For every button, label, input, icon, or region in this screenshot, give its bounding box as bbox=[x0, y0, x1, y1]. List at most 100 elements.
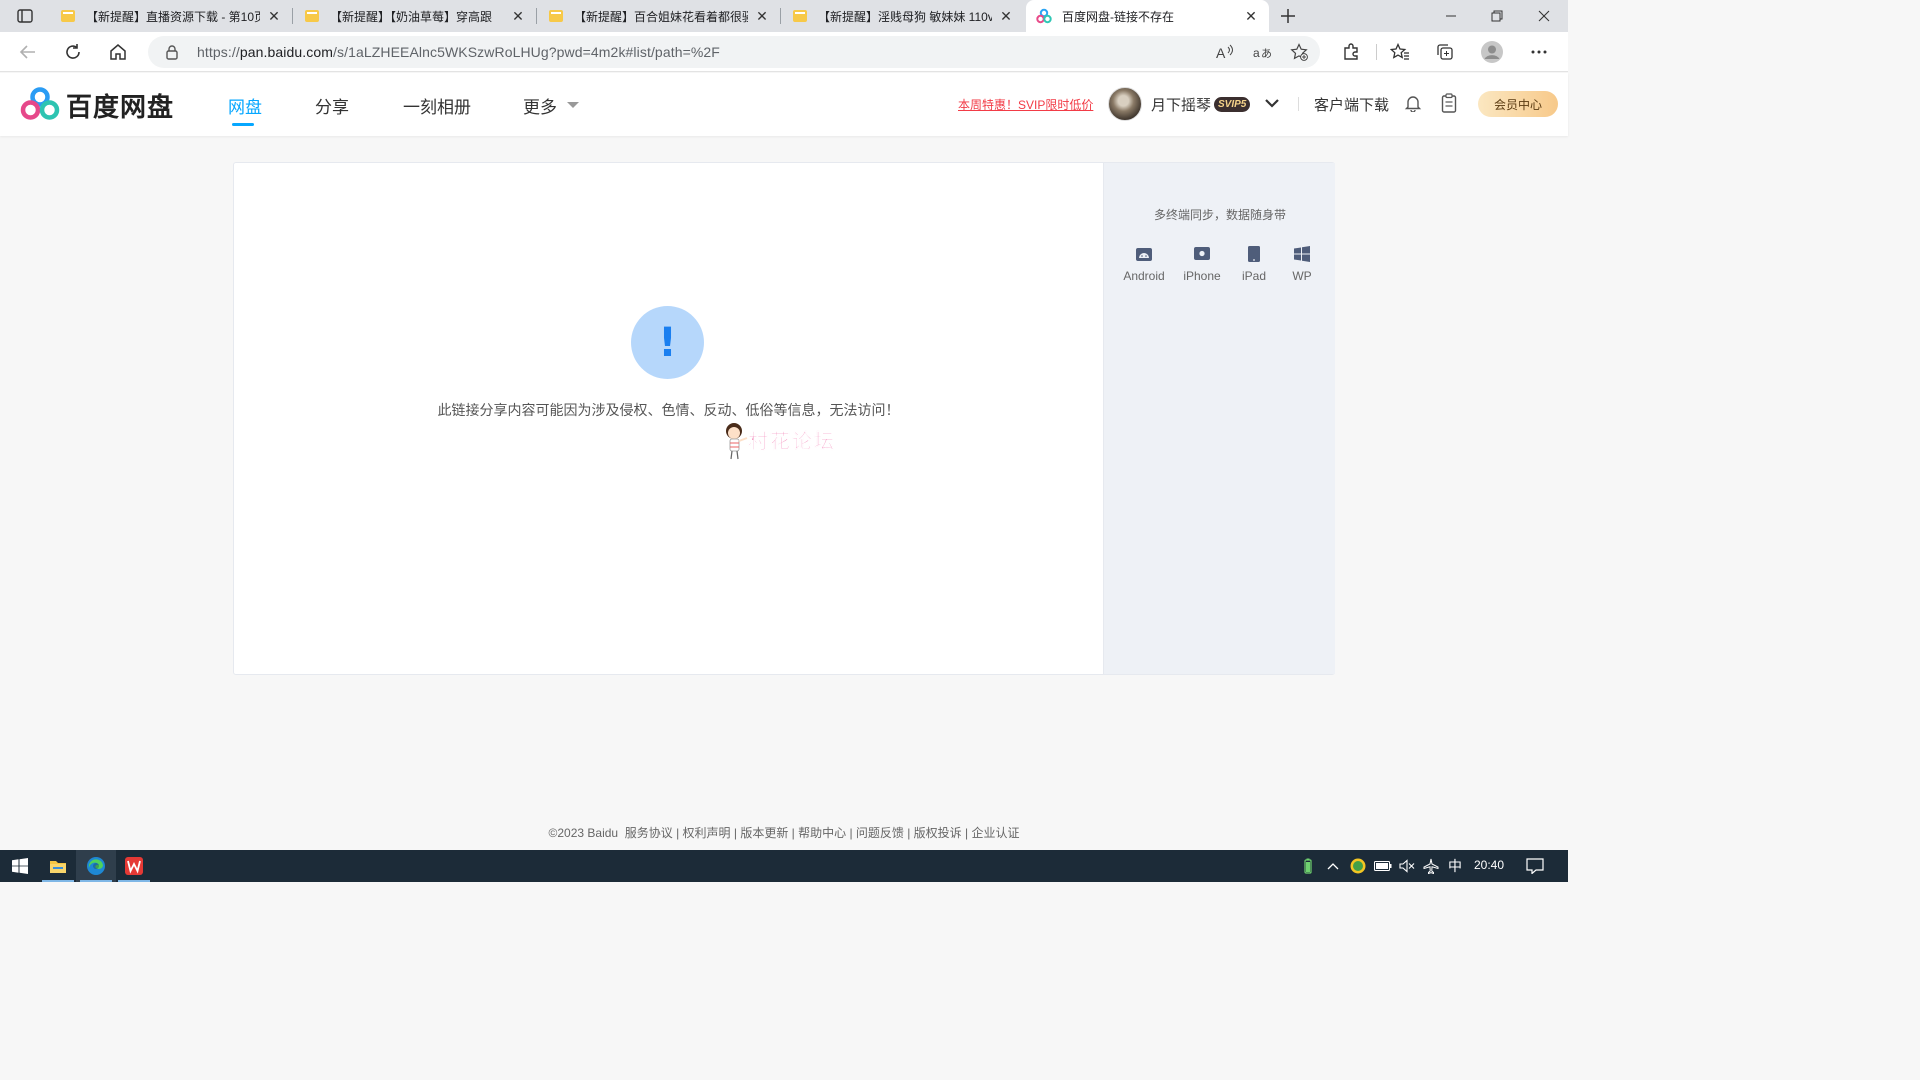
tab-title: 百度网盘-链接不存在 bbox=[1062, 9, 1174, 24]
back-button[interactable] bbox=[12, 36, 44, 68]
browser-tab-4[interactable]: 【新提醒】淫贱母狗 敏妹妹 110v ✕ bbox=[782, 0, 1024, 32]
forum-favicon-icon bbox=[548, 8, 564, 24]
tab-title: 【新提醒】淫贱母狗 敏妹妹 110v bbox=[818, 9, 992, 24]
browser-tab-3[interactable]: 【新提醒】百合姐妹花看着都很骚 ✕ bbox=[538, 0, 780, 32]
vip-level-badge: SVIP5 bbox=[1214, 97, 1251, 112]
link-unavailable-message: 此链接分享内容可能因为涉及侵权、色情、反动、低俗等信息，无法访问！ bbox=[437, 402, 900, 418]
profile-avatar-icon[interactable] bbox=[1476, 36, 1508, 68]
forum-favicon-icon bbox=[304, 8, 320, 24]
toolbar-divider bbox=[1376, 44, 1377, 60]
nav-netdisk[interactable]: 网盘 bbox=[228, 93, 262, 118]
clipboard-icon[interactable] bbox=[1440, 93, 1458, 113]
tab-divider bbox=[536, 8, 537, 24]
close-tab-icon[interactable]: ✕ bbox=[1243, 8, 1259, 24]
notifications-icon[interactable] bbox=[1524, 858, 1546, 874]
svg-text:A: A bbox=[1216, 45, 1226, 60]
android-icon bbox=[1135, 245, 1153, 263]
user-avatar[interactable] bbox=[1108, 87, 1142, 121]
wps-office-icon[interactable] bbox=[114, 850, 154, 882]
refresh-button[interactable] bbox=[57, 36, 89, 68]
device-label: WP bbox=[1292, 269, 1312, 283]
favorites-icon[interactable] bbox=[1384, 36, 1416, 68]
bell-icon[interactable] bbox=[1404, 94, 1422, 113]
device-android[interactable]: Android bbox=[1114, 245, 1174, 283]
collections-icon[interactable] bbox=[1429, 36, 1461, 68]
ime-indicator[interactable]: 中 bbox=[1446, 858, 1464, 874]
nav-more[interactable]: 更多 bbox=[523, 93, 557, 118]
windows-icon bbox=[1293, 245, 1311, 263]
client-download-link[interactable]: 客户端下载 bbox=[1314, 94, 1389, 115]
chevron-down-icon[interactable] bbox=[567, 102, 579, 108]
tab-title: 【新提醒】百合姐妹花看着都很骚 bbox=[574, 9, 748, 24]
close-tab-icon[interactable]: ✕ bbox=[754, 8, 770, 24]
forum-favicon-icon bbox=[60, 8, 76, 24]
apple-icon bbox=[1193, 245, 1211, 263]
tab-actions-icon[interactable] bbox=[8, 5, 42, 27]
svg-text:あ: あ bbox=[1261, 47, 1271, 60]
browser-tab-5-active[interactable]: 百度网盘-链接不存在 ✕ bbox=[1026, 0, 1269, 32]
file-explorer-icon[interactable] bbox=[38, 850, 78, 882]
windows-start-icon[interactable] bbox=[0, 850, 40, 882]
close-tab-icon[interactable]: ✕ bbox=[266, 8, 282, 24]
home-button[interactable] bbox=[102, 36, 134, 68]
copyright-text: ©2023 Baidu bbox=[548, 826, 619, 840]
warning-icon: ! bbox=[631, 306, 704, 379]
baidu-pan-logo-icon[interactable] bbox=[20, 87, 60, 121]
device-label: iPad bbox=[1241, 269, 1267, 283]
header-divider bbox=[1298, 97, 1299, 111]
page-footer: ©2023 Baidu 服务协议 | 权利声明 | 版本更新 | 帮助中心 | … bbox=[0, 824, 1568, 841]
nav-album[interactable]: 一刻相册 bbox=[403, 93, 471, 118]
address-bar[interactable]: https://pan.baidu.com/s/1aLZHEEAlnc5WKSz… bbox=[148, 36, 1320, 68]
svip-promo-link[interactable]: 本周特惠！SVIP限时低价 bbox=[958, 96, 1093, 113]
more-options-icon[interactable] bbox=[1523, 36, 1555, 68]
forum-favicon-icon bbox=[792, 8, 808, 24]
close-tab-icon[interactable]: ✕ bbox=[998, 8, 1014, 24]
browser-tab-strip: 【新提醒】直播资源下载 - 第10页 ✕ 【新提醒】【奶油草莓】穿高跟 ✕ 【新… bbox=[0, 0, 1568, 32]
chevron-up-icon[interactable] bbox=[1324, 858, 1342, 874]
airplane-mode-icon[interactable] bbox=[1422, 858, 1440, 874]
battery-icon[interactable] bbox=[1373, 858, 1393, 874]
url-text[interactable]: https://pan.baidu.com/s/1aLZHEEAlnc5WKSz… bbox=[197, 44, 720, 60]
lock-icon[interactable] bbox=[164, 44, 180, 60]
extensions-icon[interactable] bbox=[1335, 36, 1367, 68]
member-center-button[interactable]: 会员中心 bbox=[1478, 91, 1558, 117]
new-tab-button[interactable] bbox=[1276, 4, 1300, 28]
nav-active-underline bbox=[232, 123, 254, 126]
browser-tab-2[interactable]: 【新提醒】【奶油草莓】穿高跟 ✕ bbox=[294, 0, 536, 32]
device-label: iPhone bbox=[1183, 269, 1221, 283]
device-iphone[interactable]: iPhone bbox=[1172, 245, 1232, 283]
translate-icon[interactable]: aあ bbox=[1251, 41, 1273, 63]
chevron-down-icon[interactable] bbox=[1264, 95, 1280, 111]
tab-divider bbox=[780, 8, 781, 24]
footer-links[interactable]: 服务协议 | 权利声明 | 版本更新 | 帮助中心 | 问题反馈 | 版权投诉 … bbox=[625, 826, 1020, 840]
taskbar-clock[interactable]: 20:40 bbox=[1474, 858, 1504, 872]
nav-share[interactable]: 分享 bbox=[315, 93, 349, 118]
baidu-pan-logo-text[interactable]: 百度网盘 bbox=[66, 87, 174, 124]
share-content-card: ! 此链接分享内容可能因为涉及侵权、色情、反动、低俗等信息，无法访问！ 村花论坛… bbox=[233, 162, 1335, 675]
baidu-pan-favicon-icon bbox=[1036, 8, 1052, 24]
svg-text:a: a bbox=[1253, 46, 1260, 60]
close-window-button[interactable] bbox=[1521, 0, 1567, 32]
windows-taskbar: 中 20:40 bbox=[0, 850, 1568, 882]
read-aloud-icon[interactable]: A bbox=[1214, 41, 1236, 63]
minimize-window-button[interactable] bbox=[1428, 0, 1474, 32]
watermark-text: 村花论坛 bbox=[748, 431, 836, 454]
multi-device-title: 多终端同步，数据随身带 bbox=[1153, 208, 1286, 222]
add-favorite-icon[interactable] bbox=[1288, 41, 1310, 63]
browser-toolbar: https://pan.baidu.com/s/1aLZHEEAlnc5WKSz… bbox=[0, 32, 1568, 72]
tab-title: 【新提醒】直播资源下载 - 第10页 bbox=[86, 9, 260, 24]
close-tab-icon[interactable]: ✕ bbox=[510, 8, 526, 24]
edge-browser-icon[interactable] bbox=[76, 850, 116, 882]
browser-tab-1[interactable]: 【新提醒】直播资源下载 - 第10页 ✕ bbox=[50, 0, 292, 32]
tab-divider bbox=[292, 8, 293, 24]
restore-window-button[interactable] bbox=[1474, 0, 1520, 32]
volume-muted-icon[interactable] bbox=[1398, 858, 1416, 874]
tablet-icon bbox=[1245, 245, 1263, 263]
device-wp[interactable]: WP bbox=[1272, 245, 1332, 283]
baidu-pan-header: 百度网盘 网盘 分享 一刻相册 更多 本周特惠！SVIP限时低价 月下摇琴 SV… bbox=[0, 73, 1568, 136]
device-label: Android bbox=[1123, 269, 1165, 283]
battery-charge-icon[interactable] bbox=[1300, 858, 1316, 874]
username[interactable]: 月下摇琴 bbox=[1151, 94, 1211, 115]
multi-device-panel: 多终端同步，数据随身带 Android iPhone iPad WP bbox=[1103, 163, 1335, 674]
wechat-tray-icon[interactable] bbox=[1349, 858, 1367, 874]
